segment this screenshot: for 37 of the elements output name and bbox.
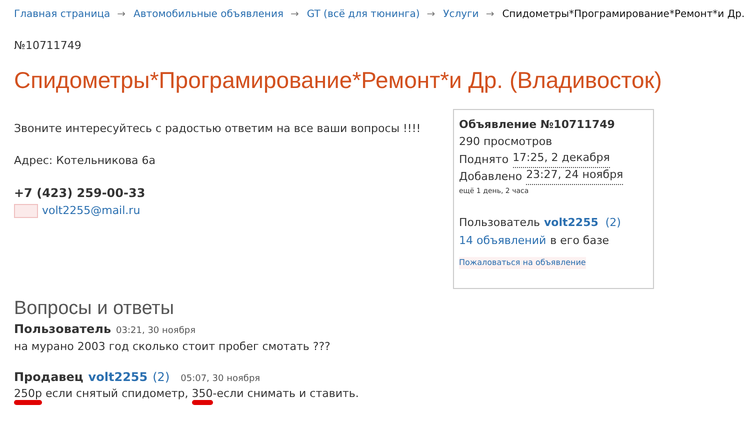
user-rating: (2) xyxy=(152,368,170,386)
added-label: Добавлено xyxy=(459,168,522,185)
user-label: Пользователь xyxy=(459,215,540,232)
breadcrumb-separator: → xyxy=(117,8,126,22)
breadcrumb-separator: → xyxy=(426,8,436,22)
address-text: Адрес: Котельникова 6а xyxy=(14,153,157,170)
breadcrumb-link[interactable]: Автомобильные объявления xyxy=(134,8,284,22)
breadcrumb-separator: → xyxy=(486,8,494,22)
post-time: 03:21, 30 ноября xyxy=(116,325,196,338)
user-link[interactable]: volt2255 xyxy=(544,214,598,232)
user-rating: (2) xyxy=(605,215,621,232)
breadcrumb-separator: → xyxy=(290,8,299,22)
author-name: Пользователь xyxy=(14,321,112,338)
ad-title: Спидометры*Програмирование*Ремонт*и Др. (Владивосток) xyxy=(14,66,663,96)
author-name: Продавец xyxy=(14,368,84,386)
added-time: 23:27, 24 ноября xyxy=(526,168,624,185)
post-time: 05:07, 30 ноября xyxy=(180,372,260,386)
user-ads-link[interactable]: 14 объявлений xyxy=(459,232,546,249)
flag-icon xyxy=(14,204,38,218)
email-link[interactable]: volt2255@mail.ru xyxy=(42,202,140,219)
user-ads-suffix: в его базе xyxy=(550,232,610,249)
views-count: 290 просмотров xyxy=(459,134,554,150)
raised-label: Поднято xyxy=(459,152,509,168)
answer-text: 250р если снятый спидометр, 350-если снимать и ставить. xyxy=(14,386,734,402)
breadcrumb-link[interactable]: Главная страница xyxy=(14,8,110,22)
raised-time: 17:25, 2 декабря xyxy=(512,150,610,168)
breadcrumb-link[interactable]: GT (всё для тюнинга) xyxy=(306,8,420,22)
qa-heading: Вопросы и ответы xyxy=(14,297,176,322)
breadcrumb-current: Спидометры*Програмирование*Ремонт*и Др. xyxy=(502,8,745,22)
ad-number: №10711749 xyxy=(14,38,82,54)
phone-number: +7 (423) 259-00-33 xyxy=(14,185,146,202)
report-link[interactable]: Пожаловаться на объявление xyxy=(459,256,586,269)
info-heading: Объявление №10711749 xyxy=(459,117,616,134)
breadcrumb-link[interactable]: Услуги xyxy=(443,8,479,22)
user-link[interactable]: volt2255 xyxy=(88,368,148,386)
ad-description: Звоните интересуйтесь с радостью ответим на все ваши вопросы !!!! xyxy=(14,121,422,138)
question-text: на мурано 2003 год сколько стоит пробег смотать ??? xyxy=(14,338,332,355)
